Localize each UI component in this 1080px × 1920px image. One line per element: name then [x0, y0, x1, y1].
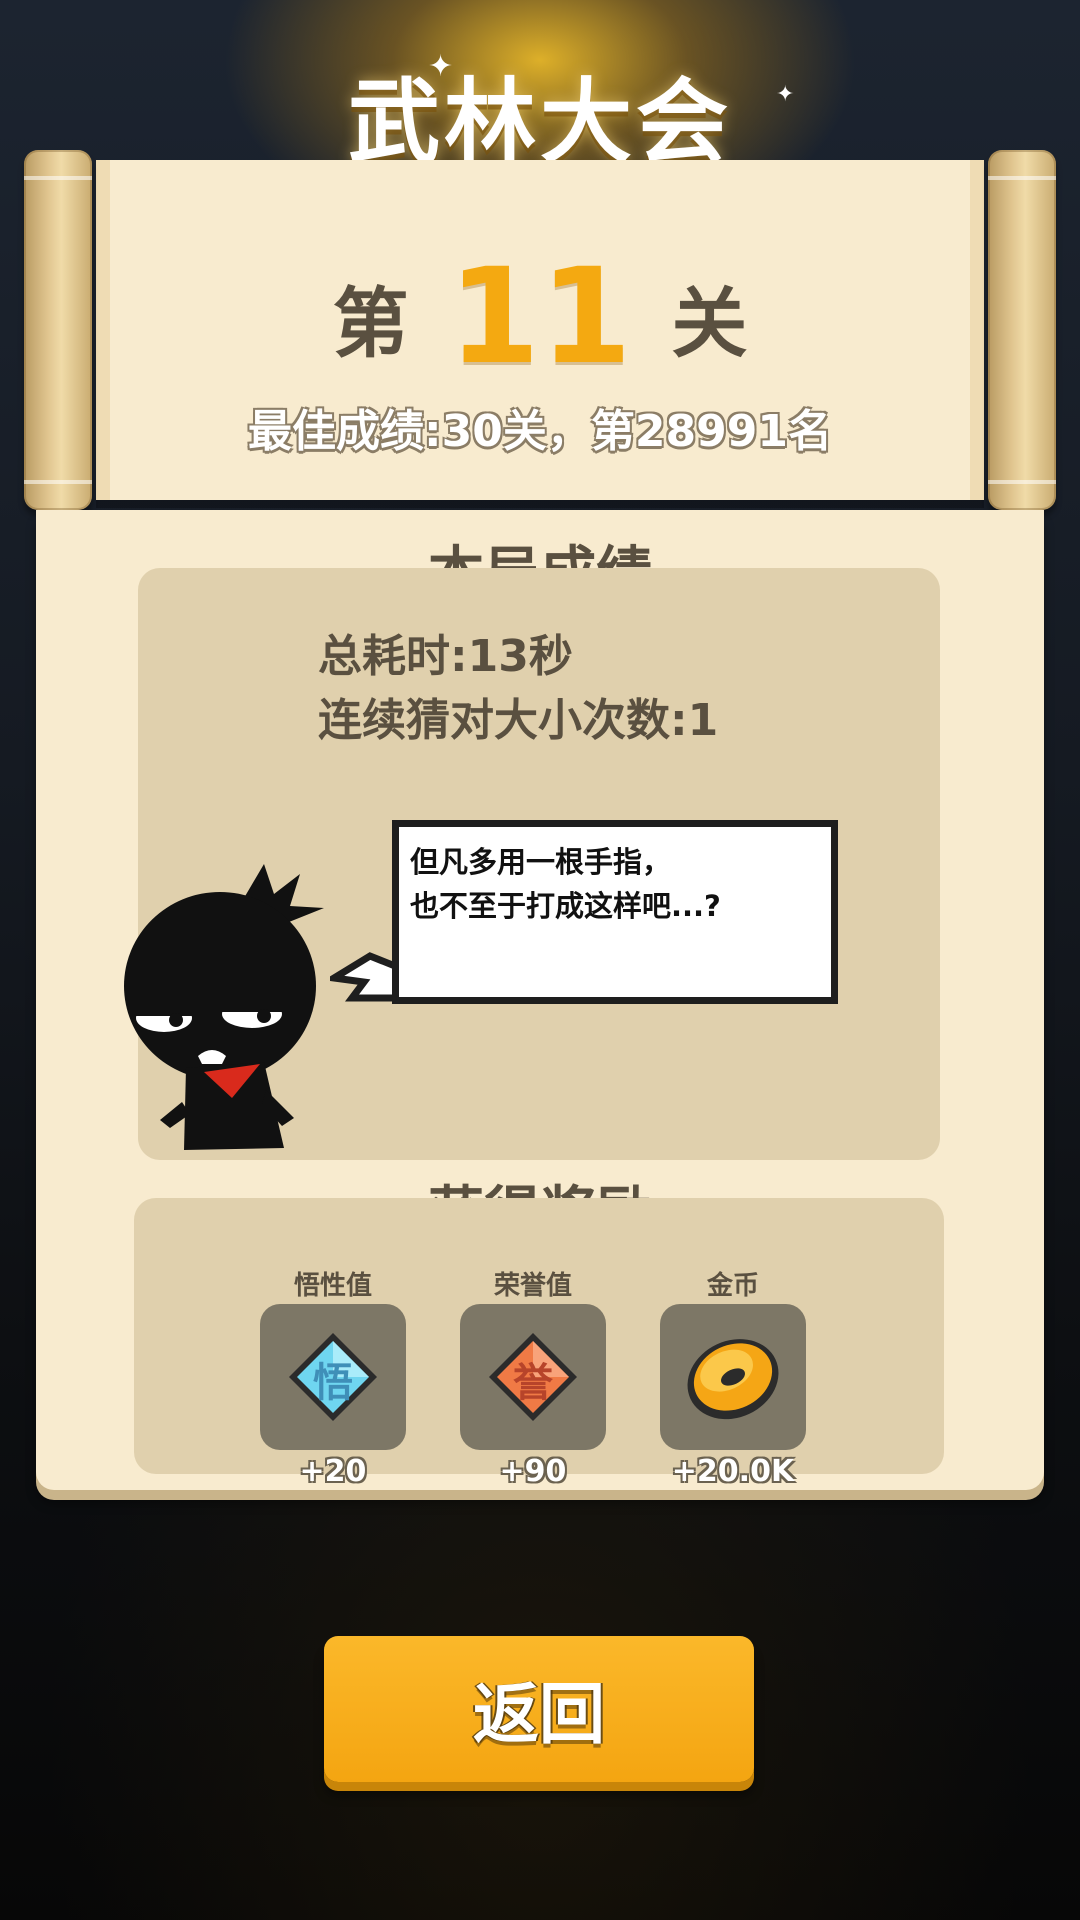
guess-streak: 连续猜对大小次数:1	[318, 695, 719, 746]
reward-label: 金币	[706, 1271, 759, 1301]
reward-label: 荣誉值	[493, 1271, 572, 1301]
level-suffix: 关	[671, 279, 748, 368]
level-indicator: 第 11 关	[0, 240, 1080, 394]
best-record: 最佳成绩:30关，第28991名	[248, 406, 832, 457]
reward-honor: 荣誉值 誉 +90	[460, 1268, 606, 1489]
reward-label: 悟性值	[293, 1271, 372, 1301]
speech-line-1: 但凡多用一根手指，	[410, 845, 672, 879]
character-avatar	[124, 864, 324, 1150]
gold-coin-icon	[687, 1339, 779, 1420]
reward-tile: 誉	[460, 1304, 606, 1450]
reward-gold: 金币 +20.0K	[660, 1268, 806, 1489]
level-number: 11	[448, 240, 632, 394]
reward-value: +20	[299, 1454, 367, 1489]
back-button[interactable]: 返回	[324, 1636, 754, 1782]
speech-text: 但凡多用一根手指， 也不至于打成这样吧...?	[410, 840, 830, 928]
total-time: 总耗时:13秒	[318, 631, 573, 682]
speech-line-2: 也不至于打成这样吧...?	[410, 889, 721, 923]
reward-value: +90	[499, 1454, 567, 1489]
reward-tile: 悟	[260, 1304, 406, 1450]
reward-value: +20.0K	[671, 1454, 795, 1489]
level-prefix: 第	[332, 279, 409, 368]
reward-wisdom: 悟性值 悟 +20	[260, 1268, 406, 1489]
reward-tile	[660, 1304, 806, 1450]
honor-glyph: 誉	[513, 1360, 553, 1406]
wisdom-glyph: 悟	[313, 1360, 353, 1406]
